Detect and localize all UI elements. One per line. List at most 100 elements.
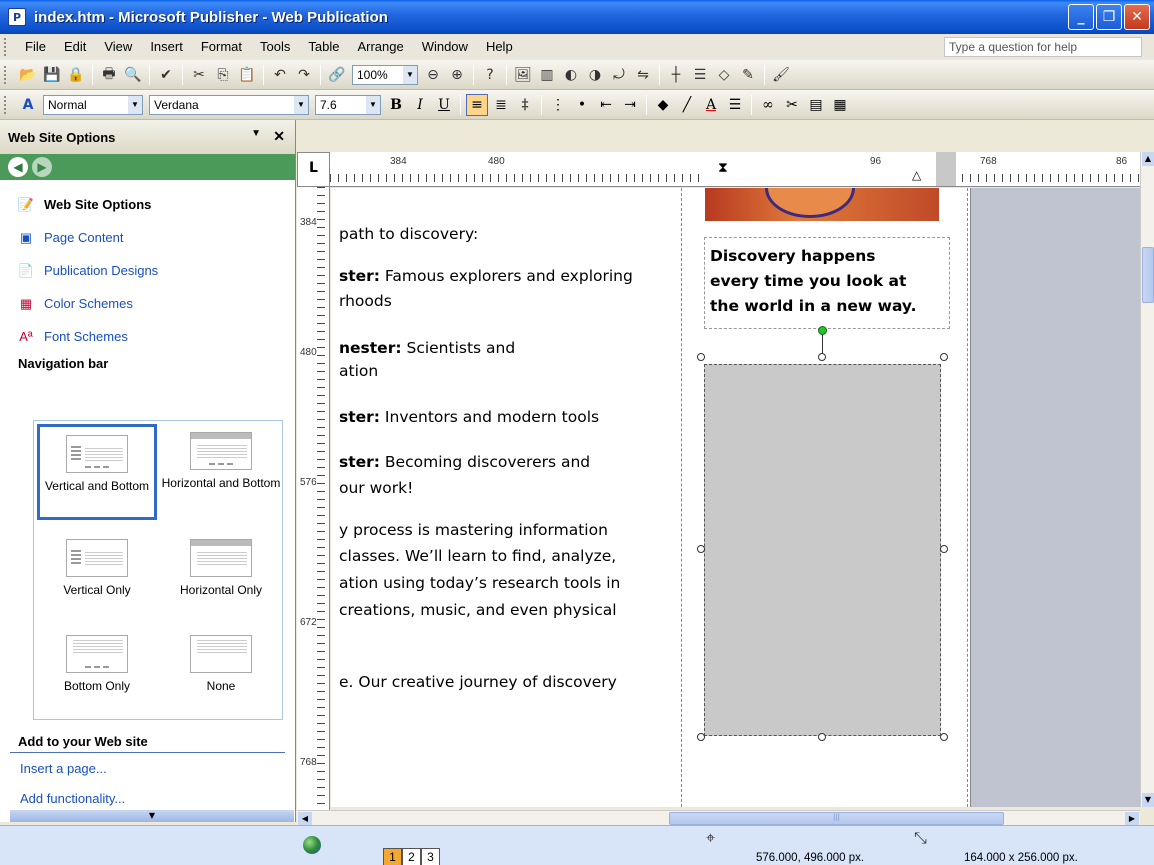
task-pane-scroll-down-icon[interactable]: ▼ [10,810,294,822]
rotate-icon[interactable]: ⤾ [608,64,630,86]
body-line[interactable]: ation using today’s research tools in [339,571,620,595]
body-line[interactable]: ster: Inventors and modern tools [339,405,599,429]
quote-textbox[interactable]: Discovery happens every time you look at… [704,237,950,329]
bold-icon[interactable]: B [385,94,407,116]
italic-icon[interactable]: I [409,94,431,116]
resize-handle[interactable] [697,353,705,361]
navbar-option-horizontal-bottom[interactable]: Horizontal and Bottom [161,424,281,520]
body-line[interactable]: nester: Scientists and [339,336,515,360]
header-image[interactable] [705,188,939,221]
resize-handle[interactable] [697,733,705,741]
body-line[interactable]: y process is mastering information [339,518,608,542]
unlink-textbox-icon[interactable]: ✂ [781,94,803,116]
copy-icon[interactable]: ⎘ [212,64,234,86]
format-painter-icon[interactable]: 🖌 [770,64,792,86]
body-line[interactable]: creations, music, and even physical [339,598,617,622]
body-line[interactable]: path to discovery: [339,222,478,246]
crop-icon[interactable]: ┼ [665,64,687,86]
horizontal-scrollbar[interactable]: ◀ ||| ▶ [297,810,1140,825]
bullets-icon[interactable]: • [571,94,593,116]
help-icon[interactable]: ? [479,64,501,86]
line-weight-icon[interactable]: ☰ [724,94,746,116]
numbering-icon[interactable]: ⋮ [547,94,569,116]
body-line[interactable]: ster: Famous explorers and exploring [339,264,633,288]
restore-button[interactable]: ❐ [1096,4,1122,30]
picture-icon[interactable]: 🖼 [512,64,534,86]
ruler-origin[interactable]: L [297,152,330,187]
resize-handle[interactable] [940,353,948,361]
flip-icon[interactable]: ⇋ [632,64,654,86]
spelling-icon[interactable]: ✔ [155,64,177,86]
paste-icon[interactable]: 📋 [236,64,258,86]
menu-window[interactable]: Window [413,36,477,58]
save-icon[interactable]: 💾 [41,64,63,86]
zoom-out-icon[interactable]: ⊖ [422,64,444,86]
font-color-icon[interactable]: A [700,94,722,116]
permission-icon[interactable]: 🔒 [65,64,87,86]
hyperlink-icon[interactable]: 🔗 [326,64,348,86]
right-indent-marker-icon[interactable]: △ [912,168,921,182]
navbar-option-bottom-only[interactable]: Bottom Only [37,627,157,723]
publisher-app-icon[interactable]: P [8,8,26,26]
navbar-option-none[interactable]: None [161,627,281,723]
insert-page-link[interactable]: Insert a page... [0,753,295,783]
menu-tools[interactable]: Tools [251,36,299,58]
menu-edit[interactable]: Edit [55,36,95,58]
vertical-scrollbar[interactable]: ▲ ▼ [1140,152,1154,807]
print-preview-icon[interactable]: 🔍 [122,64,144,86]
line-color-icon[interactable]: ╱ [676,94,698,116]
resize-handle[interactable] [818,733,826,741]
line-style-icon[interactable]: ☰ [689,64,711,86]
close-button[interactable]: ✕ [1124,4,1150,30]
align-center-icon[interactable]: ≣ [490,94,512,116]
menu-grip[interactable] [4,38,10,56]
body-line[interactable]: our work! [339,476,413,500]
page-button-1[interactable]: 1 [383,848,402,865]
navbar-option-vertical-bottom[interactable]: Vertical and Bottom [37,424,157,520]
pen-icon[interactable]: ✎ [737,64,759,86]
fill-icon[interactable]: ◇ [713,64,735,86]
styles-icon[interactable]: A [17,94,39,116]
fill-color-icon[interactable]: ◆ [652,94,674,116]
horizontal-ruler[interactable]: 384 480 96 768 86 ⧗ △ [330,152,1140,187]
previous-textbox-icon[interactable]: ▤ [805,94,827,116]
menu-help[interactable]: Help [477,36,522,58]
open-icon[interactable]: 📂 [17,64,39,86]
back-icon[interactable]: ◀ [8,157,28,177]
toolbar-grip[interactable] [4,95,10,114]
link-textbox-icon[interactable]: ∞ [757,94,779,116]
resize-handle[interactable] [940,545,948,553]
body-line[interactable]: ster: Becoming discoverers and [339,450,590,474]
help-search-input[interactable]: Type a question for help [944,37,1142,57]
selected-picture-frame[interactable] [704,364,941,736]
font-size-select[interactable]: 7.6 ▼ [315,94,381,115]
menu-arrange[interactable]: Arrange [348,36,412,58]
menu-format[interactable]: Format [192,36,251,58]
page-button-2[interactable]: 2 [402,848,421,865]
link-web-site-options[interactable]: 📝 Web Site Options [0,188,295,221]
decrease-indent-icon[interactable]: ⇤ [595,94,617,116]
underline-icon[interactable]: U [433,94,455,116]
vertical-ruler[interactable]: 384 480 576 672 768 [297,187,330,810]
send-backward-icon[interactable]: ◑ [584,64,606,86]
scroll-left-icon[interactable]: ◀ [298,812,312,825]
link-color-schemes[interactable]: ▦ Color Schemes [0,287,295,320]
zoom-select[interactable]: 100% ▼ [352,64,418,85]
link-font-schemes[interactable]: Aª Font Schemes [0,320,295,353]
body-line[interactable]: rhoods [339,289,392,313]
link-publication-designs[interactable]: 📄 Publication Designs [0,254,295,287]
page-button-3[interactable]: 3 [421,848,440,865]
next-textbox-icon[interactable]: ▦ [829,94,851,116]
vertical-scroll-thumb[interactable] [1142,247,1154,303]
forward-icon[interactable]: ▶ [32,157,52,177]
minimize-button[interactable]: _ [1068,4,1094,30]
body-line[interactable]: classes. We’ll learn to find, analyze, [339,544,616,568]
body-line[interactable]: e. Our creative journey of discovery [339,670,617,694]
resize-handle[interactable] [697,545,705,553]
menu-table[interactable]: Table [299,36,348,58]
resize-handle[interactable] [940,733,948,741]
style-select[interactable]: Normal ▼ [43,94,143,115]
toolbar-grip[interactable] [4,65,10,84]
columns-icon[interactable]: ▥ [536,64,558,86]
task-pane-menu-icon[interactable]: ▼ [251,128,261,139]
